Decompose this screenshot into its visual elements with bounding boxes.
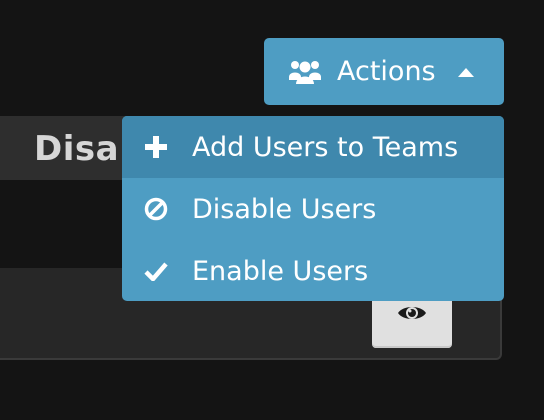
actions-dropdown-menu: Add Users to Teams Disable Users Enable … <box>122 116 504 301</box>
menu-item-label: Enable Users <box>192 255 369 287</box>
ban-icon <box>144 197 168 221</box>
plus-icon <box>144 136 168 158</box>
menu-item-label: Disable Users <box>192 193 377 225</box>
page-title: Disa <box>34 129 120 169</box>
actions-label: Actions <box>337 56 436 87</box>
eye-icon <box>397 303 427 327</box>
users-icon <box>289 59 321 85</box>
menu-item-disable-users[interactable]: Disable Users <box>122 178 504 240</box>
menu-item-enable-users[interactable]: Enable Users <box>122 240 504 301</box>
caret-up-icon <box>457 67 474 77</box>
menu-item-label: Add Users to Teams <box>192 131 459 163</box>
actions-button[interactable]: Actions <box>264 38 504 105</box>
check-icon <box>144 261 168 281</box>
menu-item-add-users-to-teams[interactable]: Add Users to Teams <box>122 116 504 178</box>
